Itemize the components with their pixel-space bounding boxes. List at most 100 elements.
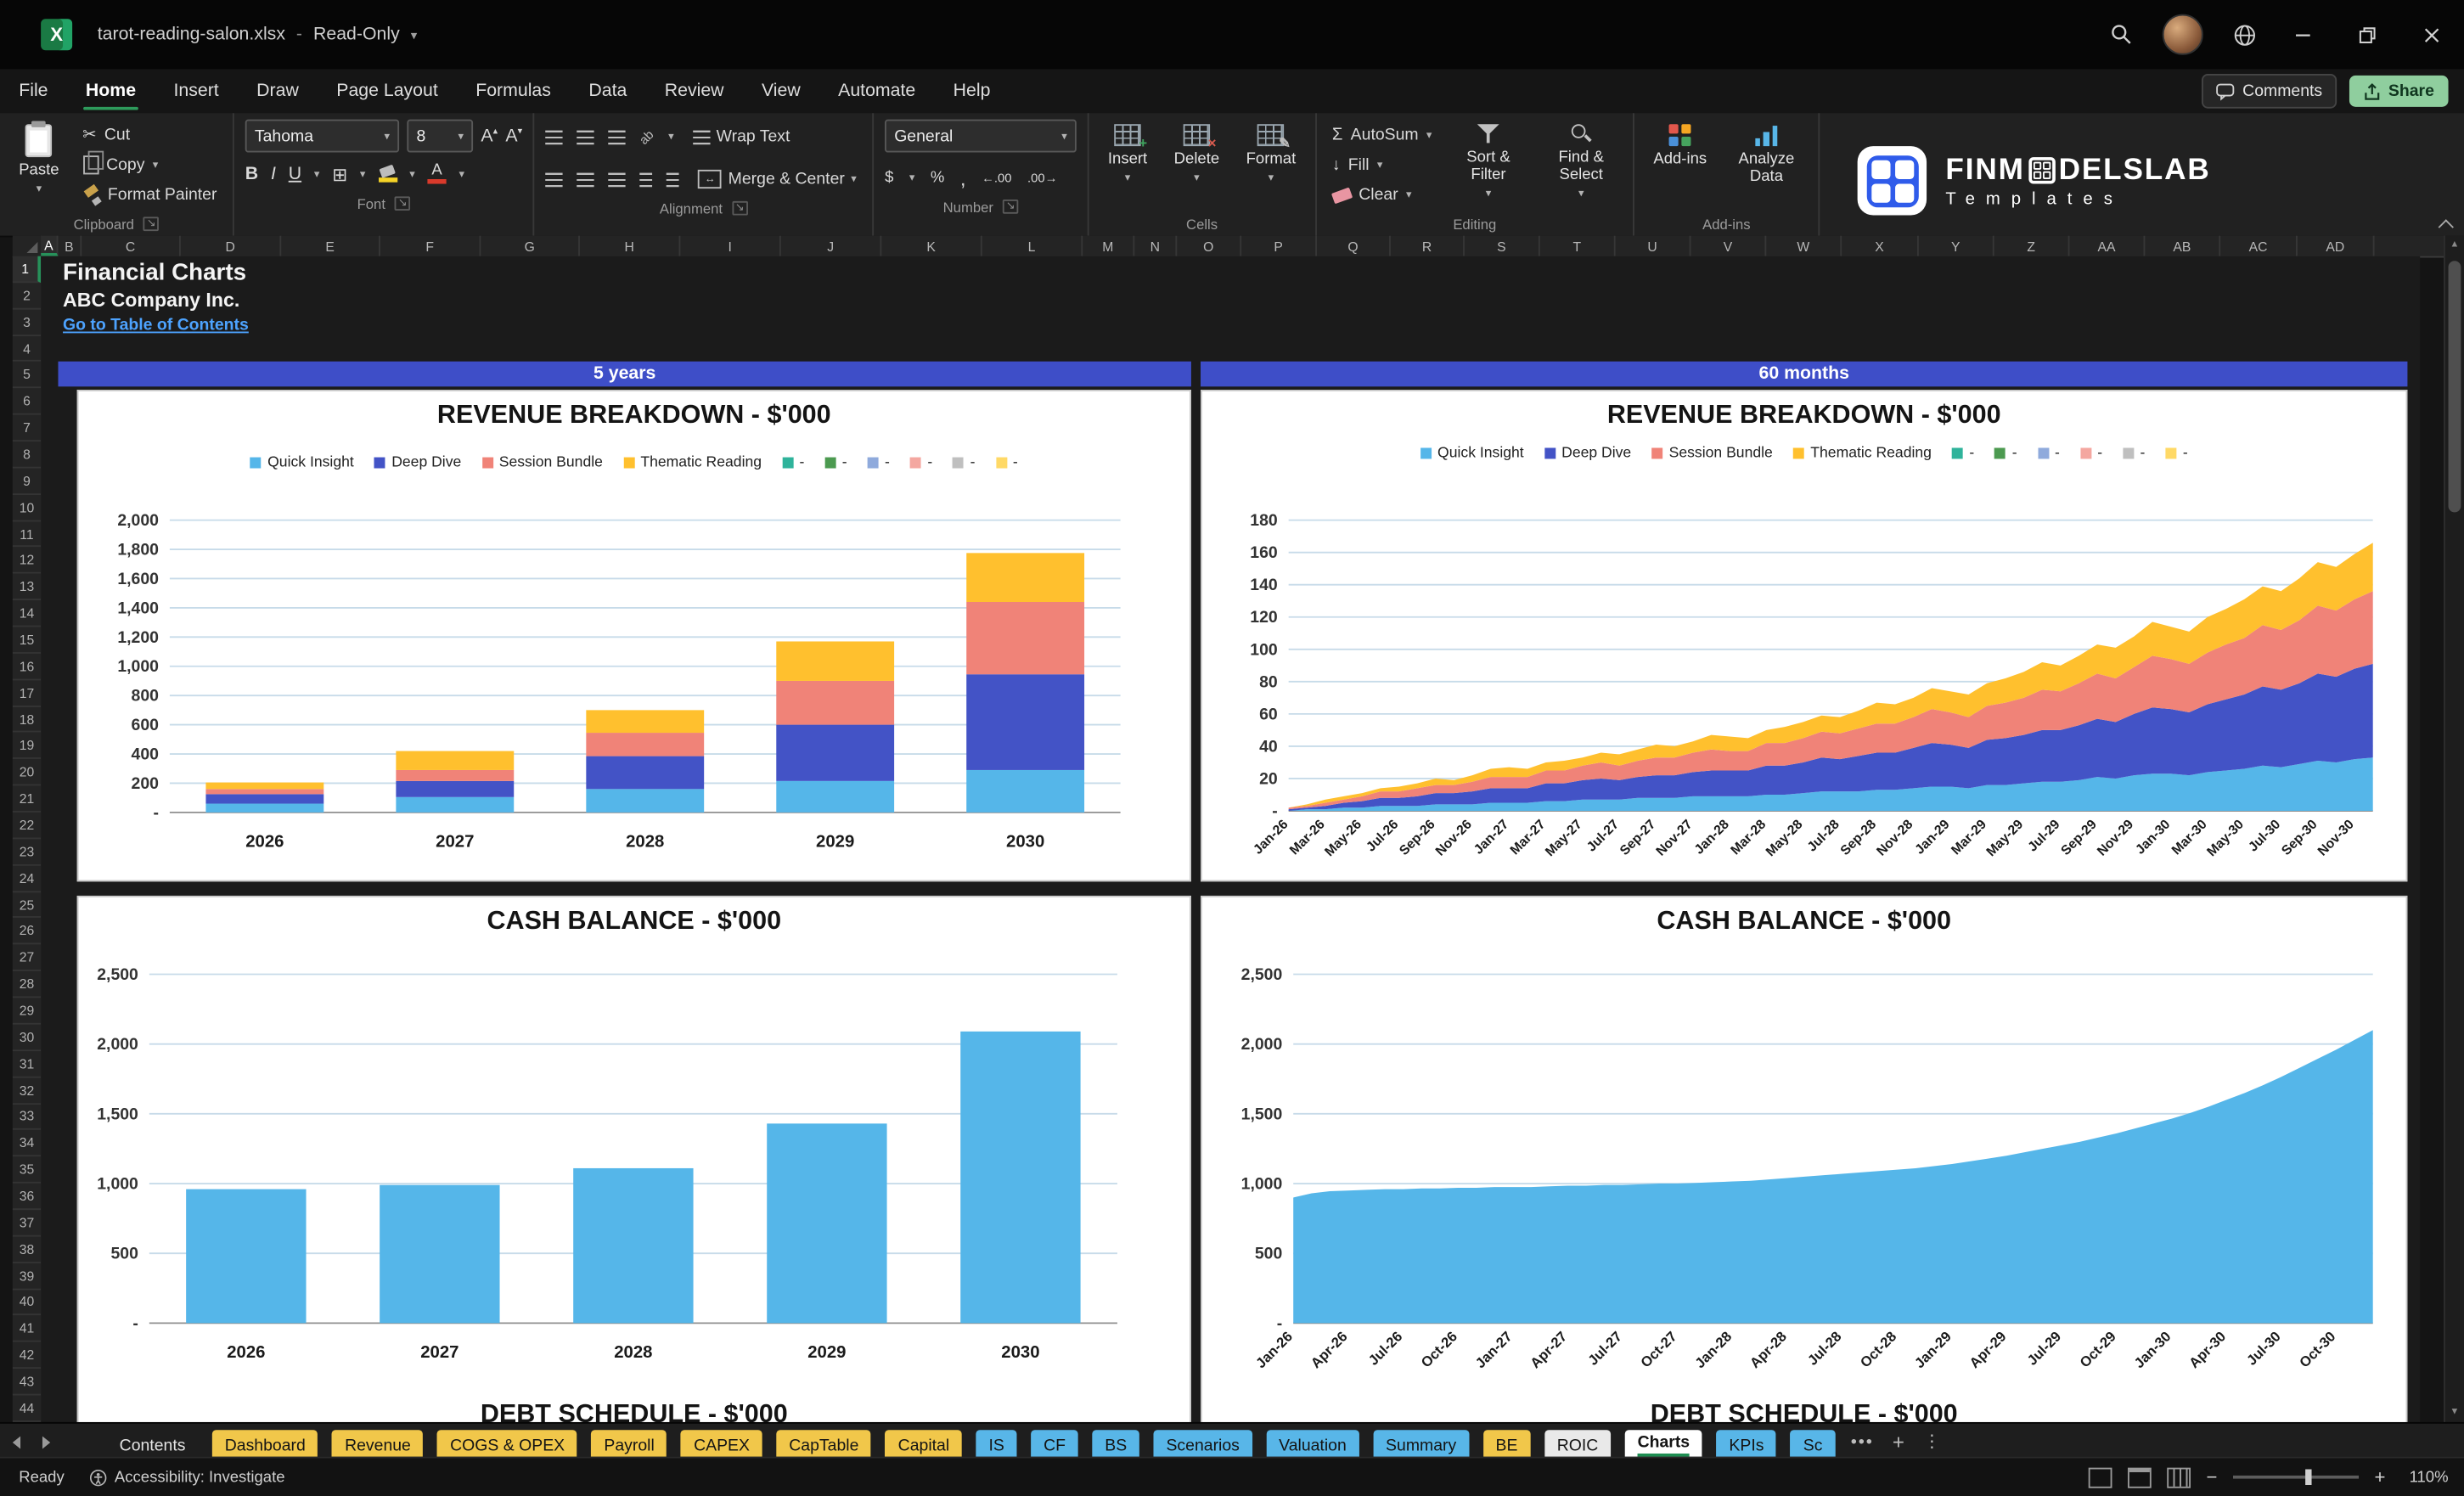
- paste-button[interactable]: Paste ▾: [11, 120, 67, 201]
- column-header-O[interactable]: O: [1177, 235, 1242, 256]
- sheet-tab-valuation[interactable]: Valuation: [1266, 1430, 1359, 1460]
- row-header-31[interactable]: 31: [12, 1051, 42, 1077]
- cut-button[interactable]: ✂ Cut: [78, 121, 222, 149]
- row-header-4[interactable]: 4: [12, 335, 42, 363]
- italic-button[interactable]: I: [271, 165, 276, 183]
- sheet-tab-capex[interactable]: CAPEX: [681, 1430, 762, 1460]
- sheet-tab-capital[interactable]: Capital: [885, 1430, 962, 1460]
- next-sheet-icon[interactable]: [42, 1435, 51, 1448]
- share-button[interactable]: Share: [2349, 75, 2449, 107]
- format-cells-button[interactable]: ✎ Format ▾: [1238, 120, 1303, 190]
- sheet-tab-be[interactable]: BE: [1482, 1430, 1531, 1460]
- decrease-indent-button[interactable]: [640, 172, 653, 187]
- column-header-V[interactable]: V: [1690, 235, 1767, 256]
- delete-cells-button[interactable]: × Delete ▾: [1166, 120, 1227, 190]
- sheet-tab-contents[interactable]: Contents: [107, 1430, 198, 1459]
- menu-tab-page-layout[interactable]: Page Layout: [318, 69, 457, 113]
- font-name-combo[interactable]: Tahoma ▾: [245, 119, 400, 153]
- row-header-18[interactable]: 18: [12, 706, 42, 734]
- grow-font-button[interactable]: A▴: [481, 126, 498, 146]
- more-sheets-icon[interactable]: •••: [1851, 1432, 1874, 1451]
- zoom-out-button[interactable]: −: [2206, 1466, 2217, 1488]
- comments-button[interactable]: Comments: [2202, 73, 2337, 109]
- menu-tab-home[interactable]: Home: [67, 69, 155, 113]
- column-header-M[interactable]: M: [1083, 235, 1135, 256]
- menu-tab-file[interactable]: File: [0, 69, 67, 113]
- row-header-39[interactable]: 39: [12, 1263, 42, 1290]
- column-header-F[interactable]: F: [380, 235, 481, 256]
- menu-tab-review[interactable]: Review: [646, 69, 743, 113]
- normal-view-button[interactable]: [2088, 1466, 2112, 1488]
- analyze-data-button[interactable]: Analyze Data: [1725, 120, 1807, 190]
- row-header-1[interactable]: 1: [12, 256, 42, 283]
- column-header-R[interactable]: R: [1391, 235, 1465, 256]
- column-header-AC[interactable]: AC: [2220, 235, 2298, 256]
- menu-tab-draw[interactable]: Draw: [238, 69, 318, 113]
- row-header-43[interactable]: 43: [12, 1369, 42, 1396]
- orientation-button[interactable]: ab: [638, 127, 657, 146]
- align-top-button[interactable]: [545, 129, 564, 144]
- dialog-launcher-icon[interactable]: ↘: [732, 200, 748, 216]
- fill-color-button[interactable]: [378, 164, 397, 183]
- row-header-25[interactable]: 25: [12, 892, 42, 919]
- row-header-10[interactable]: 10: [12, 495, 42, 521]
- column-header-X[interactable]: X: [1842, 235, 1919, 256]
- prev-sheet-icon[interactable]: [12, 1435, 21, 1448]
- row-header-40[interactable]: 40: [12, 1290, 42, 1316]
- close-button[interactable]: [2399, 0, 2464, 69]
- zoom-in-button[interactable]: +: [2375, 1466, 2386, 1488]
- row-header-29[interactable]: 29: [12, 998, 42, 1025]
- sheet-tab-payroll[interactable]: Payroll: [591, 1430, 667, 1460]
- column-header-K[interactable]: K: [881, 235, 982, 256]
- select-all-corner[interactable]: [12, 235, 42, 258]
- comma-style-button[interactable]: ,: [960, 166, 966, 189]
- column-header-Z[interactable]: Z: [1994, 235, 2070, 256]
- sheet-tab-dashboard[interactable]: Dashboard: [211, 1430, 318, 1460]
- chevron-down-icon[interactable]: ▾: [411, 27, 417, 42]
- row-header-13[interactable]: 13: [12, 574, 42, 601]
- sheet-tab-captable[interactable]: CapTable: [776, 1430, 872, 1460]
- column-header-Y[interactable]: Y: [1919, 235, 1994, 256]
- column-header-E[interactable]: E: [281, 235, 380, 256]
- row-header-32[interactable]: 32: [12, 1077, 42, 1105]
- row-header-34[interactable]: 34: [12, 1130, 42, 1157]
- row-header-6[interactable]: 6: [12, 389, 42, 415]
- column-header-D[interactable]: D: [181, 235, 282, 256]
- chart-cash-annual[interactable]: CASH BALANCE - $'000-500 1,000 1,500 2,000 2…: [76, 895, 1191, 1422]
- accessibility-status[interactable]: Accessibility: Investigate: [89, 1469, 285, 1486]
- font-color-button[interactable]: A: [427, 163, 447, 184]
- menu-tab-automate[interactable]: Automate: [819, 69, 935, 113]
- sheet-tab-is[interactable]: IS: [976, 1430, 1017, 1460]
- column-header-P[interactable]: P: [1241, 235, 1317, 256]
- row-header-27[interactable]: 27: [12, 945, 42, 972]
- row-header-37[interactable]: 37: [12, 1210, 42, 1237]
- increase-indent-button[interactable]: [667, 172, 680, 187]
- align-right-button[interactable]: [609, 172, 627, 187]
- insert-cells-button[interactable]: + Insert ▾: [1100, 120, 1156, 190]
- align-center-button[interactable]: [577, 172, 595, 187]
- column-header-L[interactable]: L: [982, 235, 1083, 256]
- align-middle-button[interactable]: [577, 129, 595, 144]
- sheet-tab-sc[interactable]: Sc: [1790, 1430, 1836, 1460]
- percent-style-button[interactable]: %: [931, 169, 944, 186]
- column-header-AB[interactable]: AB: [2145, 235, 2221, 256]
- row-header-9[interactable]: 9: [12, 468, 42, 495]
- column-header-W[interactable]: W: [1766, 235, 1842, 256]
- row-header-21[interactable]: 21: [12, 786, 42, 813]
- find-select-button[interactable]: Find & Select ▾: [1540, 120, 1622, 205]
- addins-button[interactable]: Add-ins: [1645, 120, 1714, 172]
- row-header-20[interactable]: 20: [12, 760, 42, 786]
- scroll-up-icon[interactable]: ▲: [2450, 240, 2459, 250]
- row-header-36[interactable]: 36: [12, 1184, 42, 1211]
- column-header-AD[interactable]: AD: [2298, 235, 2375, 256]
- row-header-33[interactable]: 33: [12, 1104, 42, 1131]
- dialog-launcher-icon[interactable]: ↘: [143, 217, 160, 232]
- copy-button[interactable]: Copy ▾: [78, 150, 222, 179]
- menu-tab-insert[interactable]: Insert: [155, 69, 238, 113]
- zoom-level[interactable]: 110%: [2401, 1469, 2449, 1486]
- maximize-button[interactable]: [2335, 0, 2399, 69]
- row-header-14[interactable]: 14: [12, 600, 42, 627]
- column-header-AA[interactable]: AA: [2070, 235, 2146, 256]
- autosum-button[interactable]: Σ AutoSum ▾: [1327, 121, 1437, 149]
- row-header-12[interactable]: 12: [12, 548, 42, 575]
